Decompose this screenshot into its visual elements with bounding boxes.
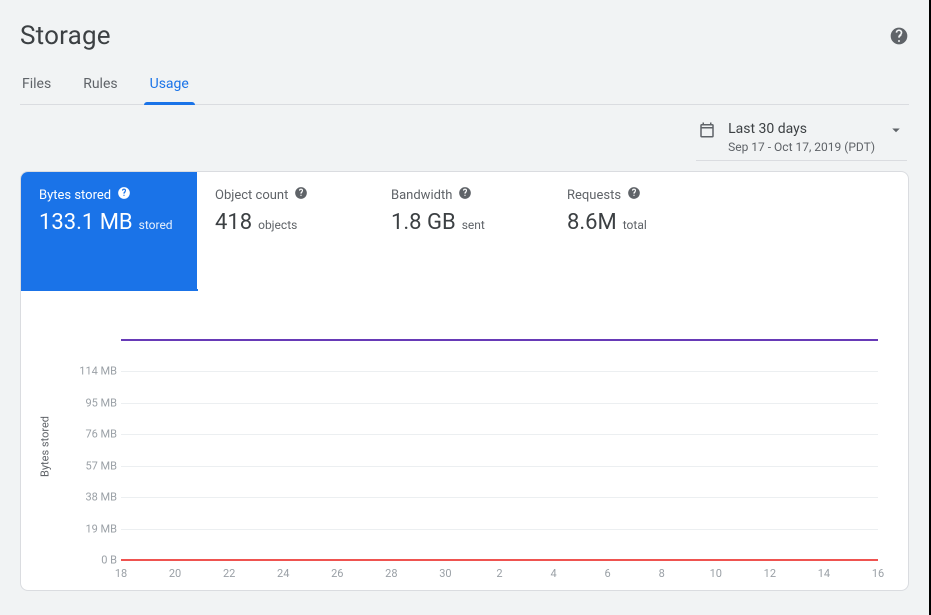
chart-series-line: [121, 559, 878, 561]
x-tick-label: 6: [605, 567, 611, 580]
metric-title: Requests: [567, 188, 621, 203]
x-tick-label: 24: [277, 567, 289, 580]
x-tick-label: 4: [550, 567, 556, 580]
x-tick-label: 26: [331, 567, 343, 580]
metric-value: 418: [215, 210, 252, 235]
chevron-down-icon: [887, 121, 905, 143]
x-tick-label: 18: [115, 567, 127, 580]
metric-requests[interactable]: Requests 8.6M total: [549, 172, 725, 290]
tab-files[interactable]: Files: [20, 76, 53, 104]
x-tick-label: 10: [710, 567, 722, 580]
metric-title: Bytes stored: [39, 188, 111, 203]
metric-title: Bandwidth: [391, 188, 452, 203]
gridline: [121, 497, 878, 498]
page-title: Storage: [20, 21, 111, 51]
x-tick-label: 16: [872, 567, 884, 580]
gridline: [121, 403, 878, 404]
x-tick-label: 14: [818, 567, 830, 580]
help-icon[interactable]: [889, 26, 909, 46]
metric-unit: total: [623, 218, 647, 232]
date-range-sub: Sep 17 - Oct 17, 2019 (PDT): [728, 140, 875, 154]
metric-unit: objects: [258, 218, 297, 232]
x-tick-label: 22: [223, 567, 235, 580]
gridline: [121, 434, 878, 435]
info-icon[interactable]: [117, 186, 131, 204]
x-tick-label: 28: [385, 567, 397, 580]
x-tick-label: 12: [764, 567, 776, 580]
metric-title: Object count: [215, 188, 288, 203]
y-tick-label: 0 B: [73, 554, 117, 567]
tab-rules[interactable]: Rules: [81, 76, 119, 104]
chart-series-line: [121, 339, 878, 341]
gridline: [121, 371, 878, 372]
tab-usage[interactable]: Usage: [148, 76, 191, 104]
metric-unit: stored: [139, 218, 173, 232]
tabs: Files Rules Usage: [20, 76, 909, 105]
gridline: [121, 466, 878, 467]
y-tick-label: 57 MB: [73, 459, 117, 472]
metric-unit: sent: [462, 218, 485, 232]
gridline: [121, 529, 878, 530]
info-icon[interactable]: [294, 186, 308, 204]
y-tick-label: 95 MB: [73, 396, 117, 409]
y-tick-label: 76 MB: [73, 428, 117, 441]
calendar-icon: [698, 121, 716, 143]
chart-plot: 0 B19 MB38 MB57 MB76 MB95 MB114 MB182022…: [121, 340, 878, 560]
y-tick-label: 114 MB: [73, 365, 117, 378]
y-tick-label: 19 MB: [73, 522, 117, 535]
metric-object-count[interactable]: Object count 418 objects: [197, 172, 373, 290]
date-range-picker[interactable]: Last 30 days Sep 17 - Oct 17, 2019 (PDT): [696, 119, 907, 161]
metrics-row: Bytes stored 133.1 MB stored Object coun…: [21, 172, 908, 290]
info-icon[interactable]: [627, 186, 641, 204]
metric-value: 8.6M: [567, 210, 617, 235]
y-axis-title: Bytes stored: [39, 416, 52, 477]
metric-value: 133.1 MB: [39, 210, 133, 235]
x-tick-label: 30: [439, 567, 451, 580]
usage-card: Bytes stored 133.1 MB stored Object coun…: [20, 171, 909, 591]
chart-area: Bytes stored 0 B19 MB38 MB57 MB76 MB95 M…: [21, 290, 908, 590]
x-tick-label: 20: [169, 567, 181, 580]
metric-value: 1.8 GB: [391, 210, 456, 235]
x-tick-label: 2: [496, 567, 502, 580]
date-range-label: Last 30 days: [728, 121, 875, 137]
x-tick-label: 8: [659, 567, 665, 580]
info-icon[interactable]: [458, 186, 472, 204]
y-tick-label: 38 MB: [73, 491, 117, 504]
metric-bandwidth[interactable]: Bandwidth 1.8 GB sent: [373, 172, 549, 290]
metric-bytes-stored[interactable]: Bytes stored 133.1 MB stored: [21, 172, 197, 290]
